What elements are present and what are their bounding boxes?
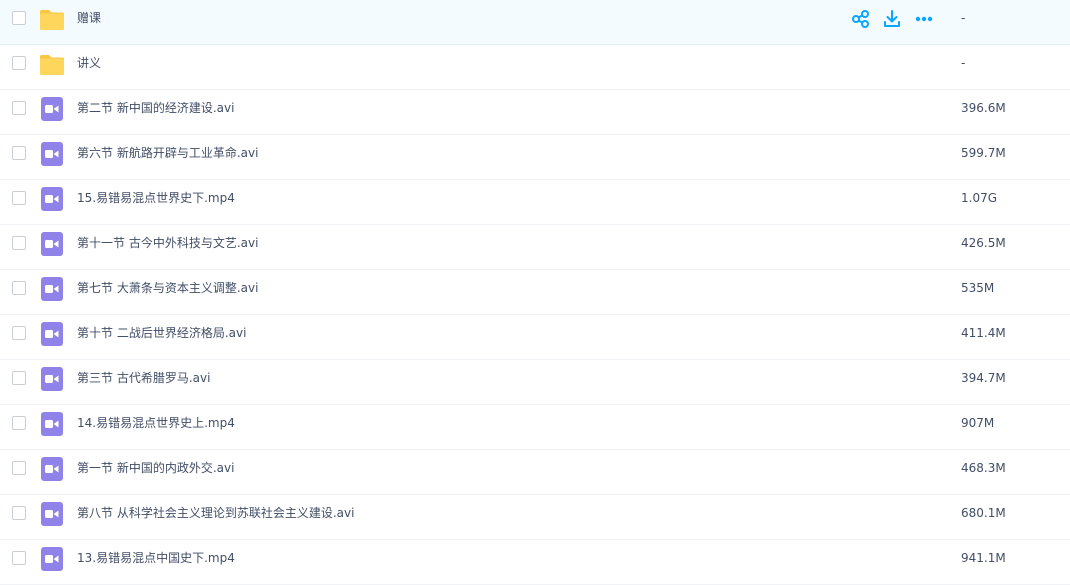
file-size: 941.1M [961,551,1006,565]
share-icon[interactable] [850,8,872,30]
row-checkbox[interactable] [12,326,26,340]
file-name[interactable]: 讲义 [77,56,101,70]
video-file-icon [41,457,63,481]
row-checkbox[interactable] [12,146,26,160]
file-name[interactable]: 第二节 新中国的经济建设.avi [77,101,234,115]
file-size: 535M [961,281,995,295]
row-checkbox[interactable] [12,101,26,115]
folder-icon [40,55,64,75]
row-checkbox[interactable] [12,371,26,385]
file-name[interactable]: 13.易错易混点中国史下.mp4 [77,551,235,565]
file-size: 394.7M [961,371,1006,385]
file-name[interactable]: 赠课 [77,11,101,25]
file-size: 396.6M [961,101,1006,115]
file-list: 赠课 - 讲义 - 第二节 新中国的经济建设.avi 396.6M 第六节 新航… [0,0,1070,585]
video-file-icon [41,502,63,526]
row-checkbox[interactable] [12,506,26,520]
file-name[interactable]: 第八节 从科学社会主义理论到苏联社会主义建设.avi [77,506,354,520]
video-file-icon [41,142,63,166]
file-row-12[interactable]: 13.易错易混点中国史下.mp4 941.1M [0,540,1070,585]
file-size: 599.7M [961,146,1006,160]
file-size: 426.5M [961,236,1006,250]
file-row-1[interactable]: 讲义 - [0,45,1070,90]
file-name[interactable]: 第十一节 古今中外科技与文艺.avi [77,236,258,250]
video-file-icon [41,367,63,391]
file-row-10[interactable]: 第一节 新中国的内政外交.avi 468.3M [0,450,1070,495]
file-size: 411.4M [961,326,1006,340]
video-file-icon [41,322,63,346]
more-icon[interactable] [913,8,935,30]
row-checkbox[interactable] [12,191,26,205]
file-row-9[interactable]: 14.易错易混点世界史上.mp4 907M [0,405,1070,450]
file-row-2[interactable]: 第二节 新中国的经济建设.avi 396.6M [0,90,1070,135]
file-name[interactable]: 第十节 二战后世界经济格局.avi [77,326,246,340]
file-name[interactable]: 14.易错易混点世界史上.mp4 [77,416,235,430]
row-checkbox[interactable] [12,461,26,475]
video-file-icon [41,97,63,121]
row-checkbox[interactable] [12,56,26,70]
file-size: 468.3M [961,461,1006,475]
file-name[interactable]: 第七节 大萧条与资本主义调整.avi [77,281,258,295]
file-row-5[interactable]: 第十一节 古今中外科技与文艺.avi 426.5M [0,225,1070,270]
file-row-3[interactable]: 第六节 新航路开辟与工业革命.avi 599.7M [0,135,1070,180]
video-file-icon [41,547,63,571]
video-file-icon [41,412,63,436]
row-checkbox[interactable] [12,551,26,565]
row-checkbox[interactable] [12,281,26,295]
video-file-icon [41,187,63,211]
file-size: 907M [961,416,995,430]
file-size: 1.07G [961,191,998,205]
video-file-icon [41,232,63,256]
video-file-icon [41,277,63,301]
file-row-4[interactable]: 15.易错易混点世界史下.mp4 1.07G [0,180,1070,225]
file-row-11[interactable]: 第八节 从科学社会主义理论到苏联社会主义建设.avi 680.1M [0,495,1070,540]
row-checkbox[interactable] [12,236,26,250]
file-row-7[interactable]: 第十节 二战后世界经济格局.avi 411.4M [0,315,1070,360]
file-name[interactable]: 15.易错易混点世界史下.mp4 [77,191,235,205]
file-size: 680.1M [961,506,1006,520]
row-checkbox[interactable] [12,416,26,430]
file-row-0[interactable]: 赠课 - [0,0,1070,45]
file-size: - [961,56,966,70]
file-size: - [961,11,966,25]
download-icon[interactable] [881,8,903,30]
file-row-6[interactable]: 第七节 大萧条与资本主义调整.avi 535M [0,270,1070,315]
folder-icon [40,10,64,30]
file-name[interactable]: 第三节 古代希腊罗马.avi [77,371,210,385]
file-name[interactable]: 第一节 新中国的内政外交.avi [77,461,234,475]
file-name[interactable]: 第六节 新航路开辟与工业革命.avi [77,146,258,160]
file-row-8[interactable]: 第三节 古代希腊罗马.avi 394.7M [0,360,1070,405]
row-checkbox[interactable] [12,11,26,25]
